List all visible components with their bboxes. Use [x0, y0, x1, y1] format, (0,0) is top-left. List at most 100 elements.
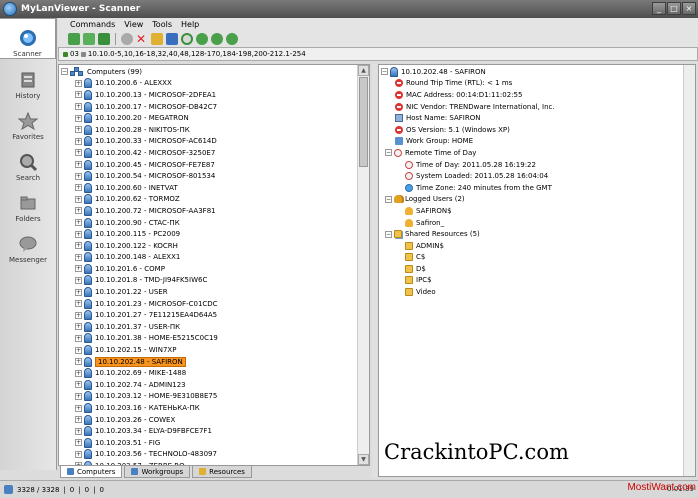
computer-row[interactable]: +10.10.201.8 - TMD-JI94FK5IW6C	[59, 275, 359, 287]
sidebar-item-history[interactable]: History	[0, 59, 56, 100]
expand-icon[interactable]: +	[75, 79, 82, 87]
expand-icon[interactable]: +	[75, 381, 82, 389]
expand-icon[interactable]: +	[75, 161, 82, 169]
expand-icon[interactable]: +	[75, 450, 82, 458]
expand-icon[interactable]: +	[75, 114, 82, 122]
expand-icon[interactable]: +	[75, 288, 82, 296]
expand-icon[interactable]: +	[75, 230, 82, 238]
tab-workgroups[interactable]: Workgroups	[124, 466, 191, 478]
expand-icon[interactable]: +	[75, 276, 82, 284]
computer-row[interactable]: +10.10.200.28 - NIKITOS-ПК	[59, 124, 359, 136]
sidebar-item-search[interactable]: Search	[0, 141, 56, 182]
computer-row[interactable]: +10.10.200.115 - PC2009	[59, 228, 359, 240]
expand-icon[interactable]: +	[75, 242, 82, 250]
computer-row[interactable]: +10.10.200.13 - MICROSOF-2DFEA1	[59, 89, 359, 101]
scan-icon[interactable]	[68, 32, 80, 45]
expand-icon[interactable]: +	[75, 404, 82, 412]
menu-tools[interactable]: Tools	[152, 20, 172, 29]
share-item[interactable]: D$	[416, 265, 426, 273]
sidebar-item-messenger[interactable]: Messenger	[0, 223, 56, 264]
expand-icon[interactable]: +	[75, 126, 82, 134]
computer-row[interactable]: +10.10.200.62 - TORMOZ	[59, 194, 359, 206]
save-icon[interactable]	[166, 32, 178, 45]
computer-row[interactable]: +10.10.200.42 - MICROSOF-3250E7	[59, 147, 359, 159]
share-item[interactable]: Video	[416, 288, 436, 296]
expand-icon[interactable]: +	[75, 137, 82, 145]
expand-icon[interactable]: +	[75, 300, 82, 308]
open-icon[interactable]	[151, 32, 163, 45]
share-item[interactable]: IPC$	[416, 276, 432, 284]
expand-icon[interactable]: +	[75, 416, 82, 424]
computer-row[interactable]: +10.10.200.72 - MICROSOF-AA3F81	[59, 205, 359, 217]
minimize-button[interactable]: _	[652, 2, 666, 15]
refresh-icon[interactable]	[83, 32, 95, 45]
expand-icon[interactable]: +	[75, 207, 82, 215]
find-icon[interactable]	[181, 32, 193, 45]
computer-row[interactable]: +10.10.202.74 - ADMIN123	[59, 379, 359, 391]
expand-icon[interactable]: +	[75, 103, 82, 111]
collapse-icon[interactable]: −	[385, 195, 392, 203]
tab-resources[interactable]: Resources	[192, 466, 252, 478]
expand-icon[interactable]: +	[75, 358, 82, 366]
back-icon[interactable]	[196, 32, 208, 45]
computer-row[interactable]: +10.10.201.38 - HOME-E5215C0C19	[59, 333, 359, 345]
collapse-icon[interactable]: −	[61, 68, 68, 76]
computer-row[interactable]: +10.10.200.122 - KOCRH	[59, 240, 359, 252]
computer-row[interactable]: +10.10.200.90 - CTAC-ПК	[59, 217, 359, 229]
computer-row[interactable]: +10.10.201.22 - USER	[59, 286, 359, 298]
computer-row[interactable]: +10.10.200.6 - ALEXXX	[59, 78, 359, 90]
expand-icon[interactable]: +	[75, 91, 82, 99]
ip-range-field[interactable]: 03 10.10.0-5,10,16-18,32,40,48,128-170,1…	[58, 47, 698, 61]
expand-icon[interactable]: +	[75, 392, 82, 400]
computer-row[interactable]: +10.10.202.69 - MIKE-1488	[59, 367, 359, 379]
add-host-icon[interactable]	[98, 32, 110, 45]
computer-row[interactable]: +10.10.201.6 - COMP	[59, 263, 359, 275]
computer-row[interactable]: +10.10.200.20 - MEGATRON	[59, 112, 359, 124]
menu-commands[interactable]: Commands	[70, 20, 115, 29]
expand-icon[interactable]: +	[75, 219, 82, 227]
computer-row[interactable]: +10.10.202.48 - SAFIRON	[59, 356, 359, 368]
expand-icon[interactable]: +	[75, 439, 82, 447]
collapse-icon[interactable]: −	[381, 68, 388, 76]
sidebar-item-scanner[interactable]: Scanner	[0, 18, 56, 59]
maximize-button[interactable]: □	[667, 2, 681, 15]
go-icon[interactable]	[226, 32, 238, 45]
computer-row[interactable]: +10.10.203.51 - FIG	[59, 437, 359, 449]
computer-row[interactable]: +10.10.201.27 - 7E11215EA4D64A5	[59, 309, 359, 321]
tab-computers[interactable]: Computers	[60, 466, 123, 478]
computer-row[interactable]: +10.10.203.34 - ELYA-D9FBFCE7F1	[59, 425, 359, 437]
details-scrollbar[interactable]	[683, 65, 695, 476]
computer-row[interactable]: +10.10.200.33 - MICROSOF-AC614D	[59, 136, 359, 148]
computer-row[interactable]: +10.10.200.17 - MICROSOF-DB42C7	[59, 101, 359, 113]
collapse-icon[interactable]: −	[385, 149, 392, 157]
computer-row[interactable]: +10.10.202.15 - WIN7XP	[59, 344, 359, 356]
tree-root[interactable]: − Computers (99)	[59, 66, 359, 78]
expand-icon[interactable]: +	[75, 253, 82, 261]
expand-icon[interactable]: +	[75, 334, 82, 342]
computer-row[interactable]: +10.10.203.56 - TECHNOLO-483097	[59, 449, 359, 461]
expand-icon[interactable]: +	[75, 427, 82, 435]
expand-icon[interactable]: +	[75, 149, 82, 157]
computer-row[interactable]: +10.10.200.45 - MICROSOF-FE7E87	[59, 159, 359, 171]
sidebar-item-folders[interactable]: Folders	[0, 182, 56, 223]
close-button[interactable]: ×	[682, 2, 696, 15]
computer-row[interactable]: +10.10.203.12 - HOME-9E310B8E75	[59, 391, 359, 403]
details-pane[interactable]: − 10.10.202.48 - SAFIRON Round Trip Time …	[378, 64, 696, 477]
expand-icon[interactable]: +	[75, 265, 82, 273]
expand-icon[interactable]: +	[75, 184, 82, 192]
menu-view[interactable]: View	[124, 20, 143, 29]
expand-icon[interactable]: +	[75, 369, 82, 377]
stop-icon[interactable]	[121, 32, 133, 45]
collapse-icon[interactable]: −	[385, 230, 392, 238]
forward-icon[interactable]	[211, 32, 223, 45]
expand-icon[interactable]: +	[75, 323, 82, 331]
expand-icon[interactable]: +	[75, 311, 82, 319]
computer-row[interactable]: +10.10.200.54 - MICROSOF-801534	[59, 170, 359, 182]
expand-icon[interactable]: +	[75, 172, 82, 180]
computer-row[interactable]: +10.10.203.26 - COWEX	[59, 414, 359, 426]
pane-splitter[interactable]	[372, 64, 377, 478]
expand-icon[interactable]: +	[75, 195, 82, 203]
share-item[interactable]: C$	[416, 253, 425, 261]
computer-row[interactable]: +10.10.201.23 - MICROSOF-C01CDC	[59, 298, 359, 310]
delete-icon[interactable]: ✕	[136, 33, 148, 45]
